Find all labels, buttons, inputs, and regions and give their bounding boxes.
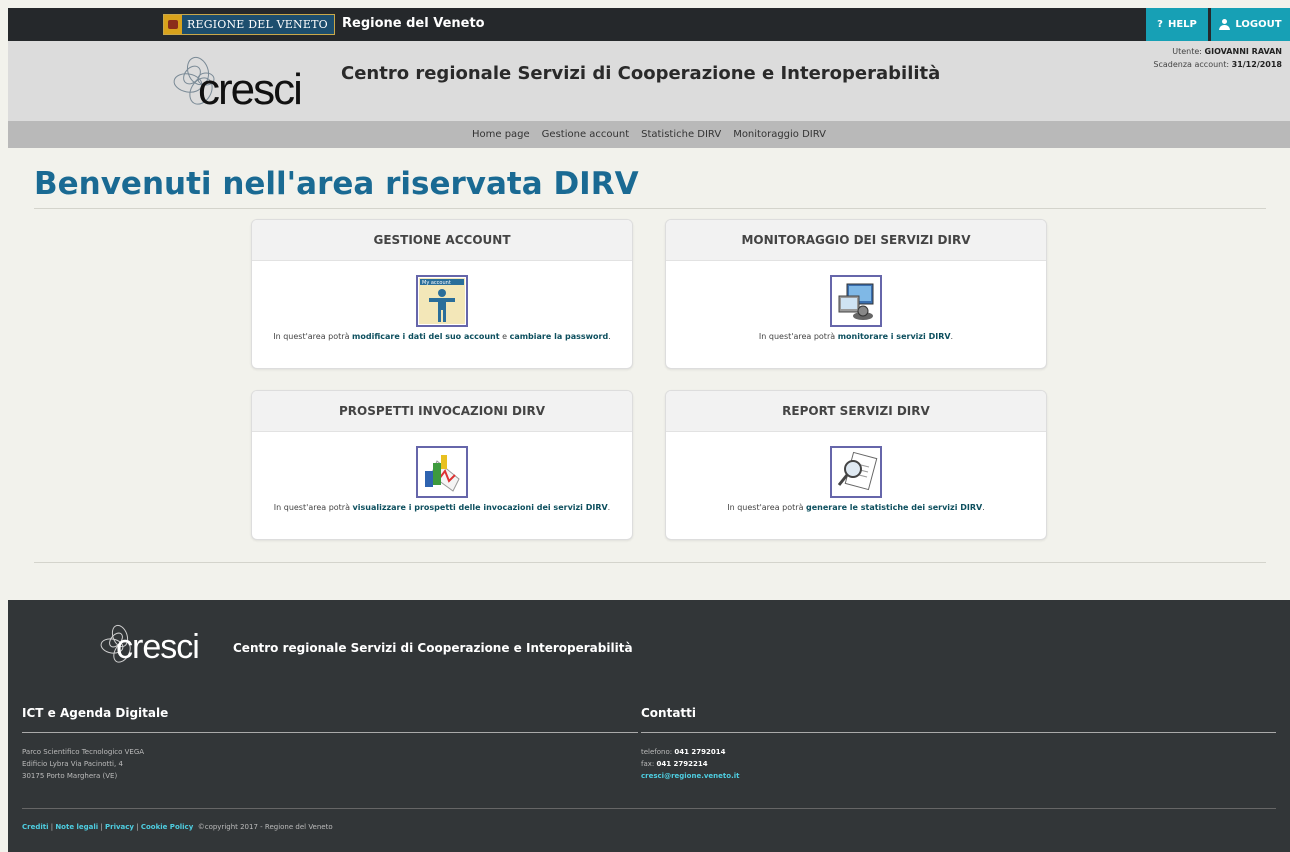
user-name: GIOVANNI RAVAN [1204, 47, 1282, 56]
topbar-title[interactable]: Regione del Veneto [342, 16, 485, 31]
nav-home[interactable]: Home page [472, 129, 530, 140]
divider [34, 208, 1266, 209]
site-footer: cresci Centro regionale Servizi di Coope… [8, 600, 1290, 852]
regione-veneto-logo[interactable]: REGIONE DEL VENETO [163, 14, 335, 35]
nav-statistiche[interactable]: Statistiche DIRV [641, 129, 721, 140]
card-gestione-account: GESTIONE ACCOUNT My account In quest'are… [251, 219, 633, 369]
footer-divider [641, 732, 1276, 733]
site-header: cresci Centro regionale Servizi di Coope… [8, 41, 1290, 121]
desc-text: In quest'area potrà [727, 503, 807, 512]
desc-link-report[interactable]: generare le statistiche dei servizi DIRV [806, 503, 982, 512]
footer-title: Centro regionale Servizi di Cooperazione… [233, 641, 633, 655]
logout-label: LOGOUT [1235, 19, 1282, 30]
expiry-date: 31/12/2018 [1231, 60, 1282, 69]
user-prefix: Utente: [1172, 47, 1202, 56]
monitor-icon[interactable] [830, 275, 882, 327]
footer-links: Crediti | Note legali | Privacy | Cookie… [22, 823, 333, 831]
regione-crest-icon [164, 15, 182, 34]
phone-prefix: telefono: [641, 748, 673, 756]
card-report: REPORT SERVIZI DIRV In quest'area potrà … [665, 390, 1047, 540]
logout-button[interactable]: LOGOUT [1211, 8, 1290, 41]
desc-text: . [608, 332, 611, 341]
copyright: ©copyright 2017 - Regione del Veneto [197, 823, 333, 831]
help-label: HELP [1167, 19, 1197, 30]
card-title: REPORT SERVIZI DIRV [666, 391, 1046, 432]
desc-text: . [982, 503, 985, 512]
card-title: PROSPETTI INVOCAZIONI DIRV [252, 391, 632, 432]
card-description: In quest'area potrà monitorare i servizi… [666, 332, 1046, 341]
main-nav: Home page Gestione account Statistiche D… [8, 121, 1290, 148]
email-link[interactable]: cresci@regione.veneto.it [641, 772, 739, 780]
fax-number: 041 2792214 [656, 760, 708, 768]
desc-text: In quest'area potrà [273, 503, 353, 512]
card-description: In quest'area potrà visualizzare i prosp… [252, 503, 632, 512]
card-description: In quest'area potrà generare le statisti… [666, 503, 1046, 512]
desc-text: . [607, 503, 611, 512]
link-privacy[interactable]: Privacy [105, 823, 134, 831]
fax-prefix: fax: [641, 760, 655, 768]
card-monitoraggio: MONITORAGGIO DEI SERVIZI DIRV In quest'a… [665, 219, 1047, 369]
address-line: Edificio Lybra Via Pacinotti, 4 [22, 760, 123, 768]
footer-divider [22, 732, 638, 733]
chart-icon[interactable] [416, 446, 468, 498]
nav-monitoraggio[interactable]: Monitoraggio DIRV [733, 129, 826, 140]
footer-contacts: telefono: 041 2792014 fax: 041 2792214 c… [641, 746, 739, 782]
desc-text: In quest'area potrà [758, 332, 838, 341]
report-magnifier-icon[interactable] [830, 446, 882, 498]
desc-link-modify[interactable]: modificare i dati del suo account [352, 332, 500, 341]
cresci-logo[interactable]: cresci [168, 51, 318, 115]
link-note-legali[interactable]: Note legali [55, 823, 98, 831]
desc-link-prospetti[interactable]: visualizzare i prospetti delle invocazio… [353, 503, 608, 512]
expiry-prefix: Scadenza account: [1153, 60, 1230, 69]
desc-text: . [950, 332, 954, 341]
user-icon [1219, 19, 1231, 30]
link-cookie-policy[interactable]: Cookie Policy [141, 823, 193, 831]
phone-number: 041 2792014 [674, 748, 726, 756]
nav-gestione-account[interactable]: Gestione account [542, 129, 629, 140]
footer-heading-contatti: Contatti [641, 706, 697, 720]
footer-address: Parco Scientifico Tecnologico VEGA Edifi… [22, 746, 144, 782]
address-line: 30175 Porto Marghera (VE) [22, 772, 118, 780]
regione-logo-text: REGIONE DEL VENETO [187, 18, 328, 31]
svg-text:My account: My account [422, 280, 451, 286]
footer-cresci-wordmark: cresci [116, 628, 200, 666]
desc-text: e [499, 332, 510, 341]
card-title: MONITORAGGIO DEI SERVIZI DIRV [666, 220, 1046, 261]
my-account-icon[interactable]: My account [416, 275, 468, 327]
card-prospetti: PROSPETTI INVOCAZIONI DIRV In quest'area… [251, 390, 633, 540]
cresci-wordmark: cresci [198, 65, 303, 114]
footer-divider [22, 808, 1276, 809]
card-description: In quest'area potrà modificare i dati de… [252, 332, 632, 341]
user-info: Utente: GIOVANNI RAVAN Scadenza account:… [1153, 45, 1282, 71]
card-title: GESTIONE ACCOUNT [252, 220, 632, 261]
desc-link-password[interactable]: cambiare la password [510, 332, 609, 341]
page-title: Benvenuti nell'area riservata DIRV [34, 166, 639, 202]
divider [34, 562, 1266, 563]
link-crediti[interactable]: Crediti [22, 823, 49, 831]
question-icon: ? [1157, 19, 1163, 30]
desc-link-monitor[interactable]: monitorare i servizi DIRV [838, 332, 951, 341]
desc-text: In quest'area potrà [273, 332, 353, 341]
top-bar: REGIONE DEL VENETO Regione del Veneto ? … [8, 8, 1290, 41]
footer-cresci-logo[interactable]: cresci [98, 622, 228, 670]
footer-heading-ict: ICT e Agenda Digitale [22, 706, 169, 720]
header-title: Centro regionale Servizi di Cooperazione… [341, 63, 941, 84]
help-button[interactable]: ? HELP [1146, 8, 1208, 41]
address-line: Parco Scientifico Tecnologico VEGA [22, 748, 145, 756]
